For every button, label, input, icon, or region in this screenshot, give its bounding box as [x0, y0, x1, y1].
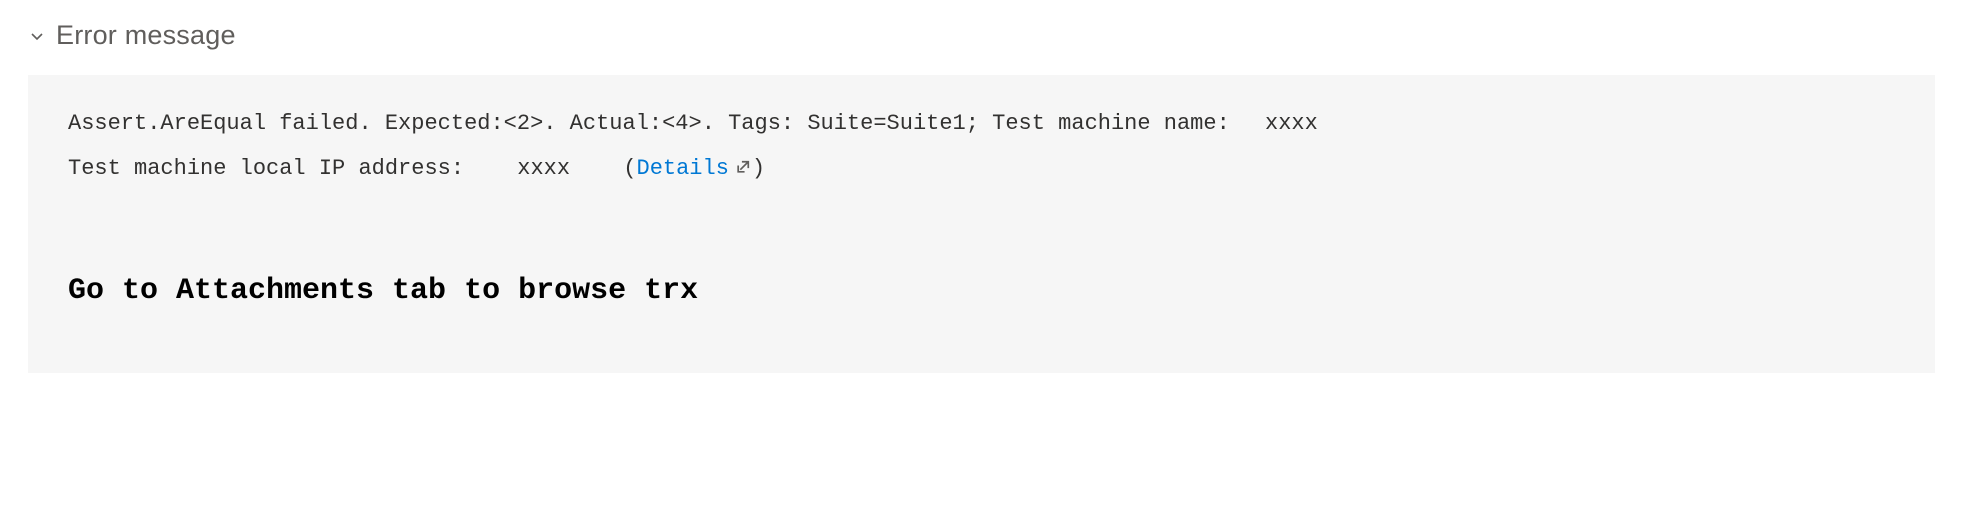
test-machine-ip-value: xxxx — [517, 156, 570, 181]
paren-open: ( — [623, 156, 636, 181]
test-machine-ip-label: Test machine local IP address: — [68, 156, 464, 181]
test-machine-name-value: xxxx — [1265, 111, 1318, 136]
section-title: Error message — [56, 20, 236, 51]
details-link[interactable]: Details — [637, 156, 752, 181]
details-link-text: Details — [637, 156, 729, 181]
section-header-error-message[interactable]: Error message — [28, 20, 1935, 51]
assert-failure-text: Assert.AreEqual failed. Expected:<2>. Ac… — [68, 111, 1243, 136]
attachments-instruction: Go to Attachments tab to browse trx — [68, 261, 1895, 323]
chevron-down-icon — [28, 27, 46, 45]
paren-close: ) — [752, 156, 765, 181]
details-group: (Details) — [623, 156, 765, 181]
external-link-icon — [735, 158, 752, 175]
error-message-body: Assert.AreEqual failed. Expected:<2>. Ac… — [28, 75, 1935, 373]
